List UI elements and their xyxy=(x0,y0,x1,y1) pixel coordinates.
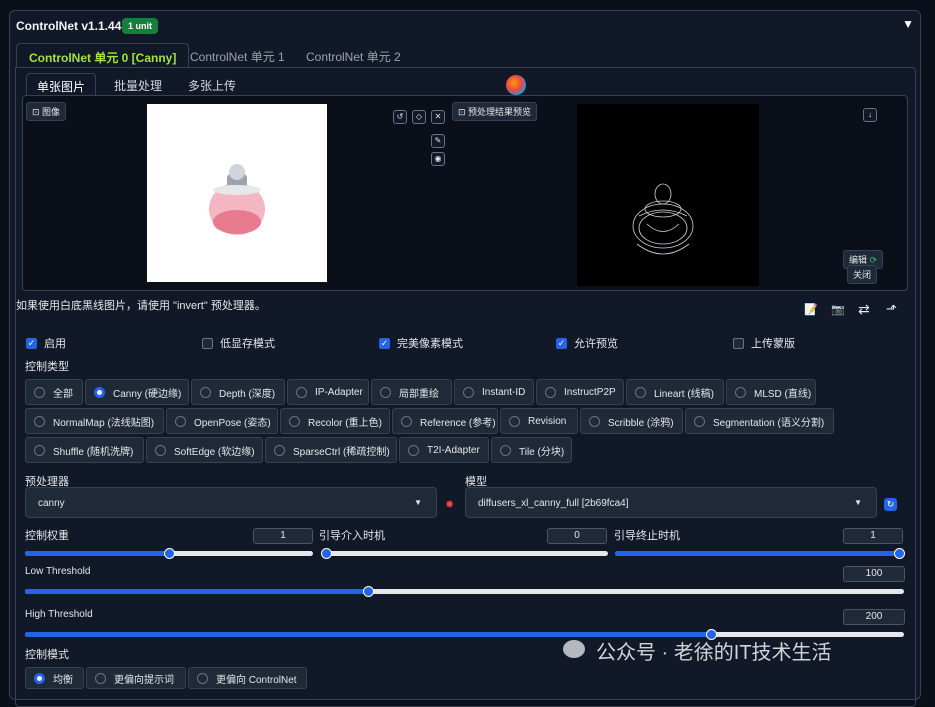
low-threshold-label: Low Threshold xyxy=(25,566,91,577)
control-type-sparsectrl[interactable]: SparseCtrl (稀疏控制) xyxy=(265,437,397,463)
low-threshold-input[interactable]: 100 xyxy=(843,566,905,582)
close-icon[interactable]: ✕ xyxy=(431,110,445,124)
watermark: 公众号 · 老徐的IT技术生活 xyxy=(596,642,832,664)
control-type-reference[interactable]: Reference (参考) xyxy=(392,408,498,434)
start-step-slider[interactable] xyxy=(321,548,608,559)
control-type-normalmap[interactable]: NormalMap (法线贴图) xyxy=(25,408,164,434)
start-step-label: 引导介入时机 xyxy=(319,530,385,542)
swap-icon[interactable]: ⇄ xyxy=(858,301,870,318)
model-dropdown[interactable]: diffusers_xl_canny_full [2b69fca4] ▼ xyxy=(465,487,877,518)
end-step-label: 引导终止时机 xyxy=(614,530,680,542)
palette-icon xyxy=(506,75,526,95)
close-button[interactable]: 关闭 xyxy=(847,265,878,284)
palette-small-icon[interactable]: ◉ xyxy=(431,152,445,166)
control-type-instant-id[interactable]: Instant-ID xyxy=(454,379,534,405)
control-type-scribble[interactable]: Scribble (涂鸦) xyxy=(580,408,683,434)
download-icon[interactable]: ↓ xyxy=(863,108,877,122)
control-type-all[interactable]: 全部 xyxy=(25,379,83,405)
control-type-depth[interactable]: Depth (深度) xyxy=(191,379,285,405)
preview-label: ⊡ 预处理结果预览 xyxy=(452,102,538,121)
control-mode-prompt[interactable]: 更偏向提示词 xyxy=(86,667,186,689)
invert-hint: 如果使用白底黑线图片，请使用 "invert" 预处理器。 xyxy=(16,300,266,312)
control-type-instructp2p[interactable]: InstructP2P xyxy=(536,379,624,405)
checkbox-upload-mask[interactable]: 上传蒙版 xyxy=(733,335,795,351)
control-weight-slider[interactable] xyxy=(25,548,313,559)
image-area: ⊡ 图像 ↺ ◇ ✕ ✎ ◉ ⊡ 预处理结果预览 ↓ 编辑 ⟳ 关闭 xyxy=(22,95,908,291)
canny-edge-preview xyxy=(632,183,694,255)
slider-handle[interactable] xyxy=(894,548,905,559)
refresh-icon[interactable]: ↻ xyxy=(884,498,897,511)
control-type-shuffle[interactable]: Shuffle (随机洗牌) xyxy=(25,437,144,463)
tab-single-image[interactable]: 单张图片 xyxy=(26,73,97,95)
control-type-softedge[interactable]: SoftEdge (软边缘) xyxy=(146,437,263,463)
unit-count-badge: 1 unit xyxy=(122,18,158,34)
end-step-slider[interactable] xyxy=(615,548,905,559)
control-type-mlsd[interactable]: MLSD (直线) xyxy=(726,379,816,405)
tab-unit-1[interactable]: ControlNet 单元 1 xyxy=(178,43,297,67)
wechat-icon xyxy=(563,640,585,658)
control-type-recolor[interactable]: Recolor (重上色) xyxy=(280,408,390,434)
control-mode-controlnet[interactable]: 更偏向 ControlNet xyxy=(188,667,307,689)
checkbox-allow-preview[interactable]: ✓ 允许预览 xyxy=(556,335,618,351)
check-icon[interactable]: ✓ xyxy=(26,337,37,349)
brush-icon[interactable]: ✎ xyxy=(431,134,445,148)
image-input-label: ⊡ 图像 xyxy=(26,102,67,121)
notes-icon[interactable]: 📝 xyxy=(804,303,818,316)
collapse-icon[interactable]: ▼ xyxy=(902,17,914,31)
tab-batch[interactable]: 批量处理 xyxy=(104,73,172,95)
send-dimensions-icon[interactable]: ⬏ xyxy=(886,301,897,317)
preview-image xyxy=(577,104,759,286)
control-weight-input[interactable]: 1 xyxy=(253,528,313,544)
high-threshold-label: High Threshold xyxy=(25,609,93,620)
start-step-input[interactable]: 0 xyxy=(547,528,607,544)
control-type-ip-adapter[interactable]: IP-Adapter xyxy=(287,379,369,405)
tab-unit-2[interactable]: ControlNet 单元 2 xyxy=(294,43,413,67)
undo-icon[interactable]: ↺ xyxy=(393,110,407,124)
slider-handle[interactable] xyxy=(321,548,332,559)
control-mode-balanced[interactable]: 均衡 xyxy=(25,667,84,689)
check-icon[interactable]: ✓ xyxy=(556,337,567,349)
run-preprocessor-icon[interactable]: ✸ xyxy=(445,498,454,511)
control-type-tile[interactable]: Tile (分块) xyxy=(491,437,572,463)
control-weight-label: 控制权重 xyxy=(25,530,69,542)
control-type-canny[interactable]: Canny (硬边缘) xyxy=(85,379,189,405)
control-type-openpose[interactable]: OpenPose (姿态) xyxy=(166,408,278,434)
check-icon[interactable]: ✓ xyxy=(379,337,390,349)
control-type-revision[interactable]: Revision xyxy=(500,408,578,434)
tab-multi-upload[interactable]: 多张上传 xyxy=(178,73,246,95)
control-type-lineart[interactable]: Lineart (线稿) xyxy=(626,379,724,405)
low-threshold-slider[interactable] xyxy=(25,586,904,597)
controlnet-panel: ControlNet v1.1.445 1 unit ▼ ControlNet … xyxy=(9,10,921,707)
controlnet-title[interactable]: ControlNet v1.1.445 xyxy=(16,19,128,33)
control-type-segmentation[interactable]: Segmentation (语义分割) xyxy=(685,408,834,434)
tab-unit-0[interactable]: ControlNet 单元 0 [Canny] xyxy=(16,43,190,67)
high-threshold-input[interactable]: 200 xyxy=(843,609,905,625)
control-type-t2i-adapter[interactable]: T2I-Adapter xyxy=(399,437,489,463)
camera-icon[interactable]: 📷 xyxy=(831,303,845,316)
checkbox-pixel-perfect[interactable]: ✓ 完美像素模式 xyxy=(379,335,463,351)
control-mode-label: 控制模式 xyxy=(25,649,69,661)
checkbox-low-vram[interactable]: 低显存模式 xyxy=(202,335,275,351)
chevron-down-icon: ▼ xyxy=(854,498,862,507)
control-type-label: 控制类型 xyxy=(25,361,69,373)
perfume-bottle-image xyxy=(209,164,265,235)
slider-handle[interactable] xyxy=(362,586,374,597)
end-step-input[interactable]: 1 xyxy=(843,528,903,544)
chevron-down-icon: ▼ xyxy=(414,498,422,507)
control-type-inpaint[interactable]: 局部重绘 xyxy=(371,379,452,405)
preprocessor-dropdown[interactable]: canny ▼ xyxy=(25,487,437,518)
checkbox-enable[interactable]: ✓ 启用 xyxy=(26,335,66,351)
eraser-icon[interactable]: ◇ xyxy=(412,110,426,124)
slider-handle[interactable] xyxy=(164,548,175,559)
input-image[interactable] xyxy=(147,104,327,282)
